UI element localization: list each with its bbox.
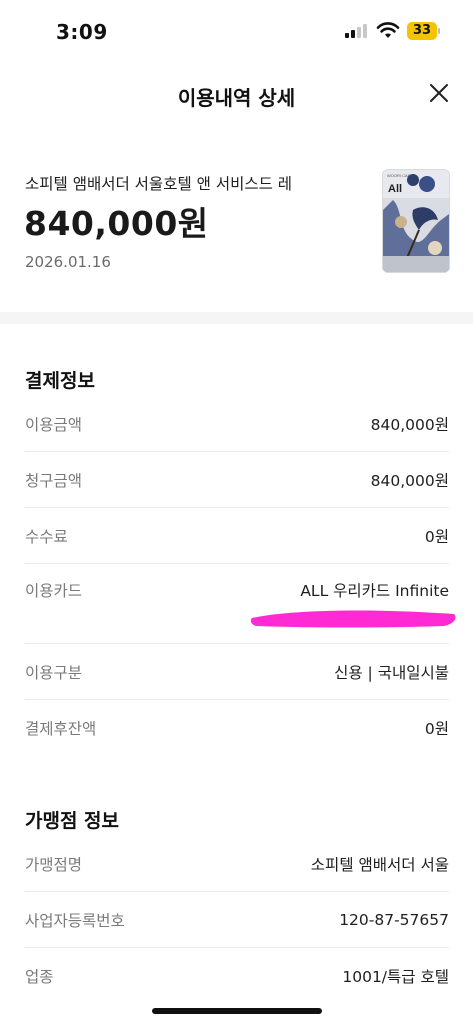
status-bar: 3:09 33 bbox=[0, 0, 473, 62]
info-row-usage-amount: 이용금액 840,000원 bbox=[25, 396, 449, 452]
info-row-card: 이용카드 ALL 우리카드 Infinite bbox=[25, 564, 449, 644]
row-value: 840,000원 bbox=[370, 415, 449, 434]
close-button[interactable] bbox=[424, 78, 454, 108]
transaction-amount: 840,000원 bbox=[24, 204, 209, 243]
payment-info-title: 결제정보 bbox=[25, 370, 95, 392]
info-row-billed-amount: 청구금액 840,000원 bbox=[25, 452, 449, 508]
row-value: 120-87-57657 bbox=[339, 910, 449, 929]
row-label: 이용금액 bbox=[25, 415, 83, 434]
row-value: 0원 bbox=[424, 720, 449, 738]
row-label: 사업자등록번호 bbox=[25, 911, 125, 930]
info-row-remaining-balance: 결제후잔액 0원 bbox=[25, 700, 449, 756]
row-value: 1001/특급 호텔 bbox=[342, 968, 449, 986]
info-row-fee: 수수료 0원 bbox=[25, 508, 449, 564]
row-label: 수수료 bbox=[25, 527, 68, 546]
row-label: 이용카드 bbox=[25, 582, 83, 600]
row-value: ALL 우리카드 Infinite bbox=[300, 582, 449, 600]
info-row-business-number: 사업자등록번호 120-87-57657 bbox=[25, 892, 449, 948]
page-title: 이용내역 상세 bbox=[177, 86, 296, 110]
battery-cap bbox=[438, 28, 440, 34]
row-label: 이용구분 bbox=[25, 663, 83, 682]
section-divider bbox=[0, 312, 473, 324]
row-label: 업종 bbox=[25, 968, 54, 986]
wifi-icon bbox=[376, 22, 400, 38]
info-row-usage-type: 이용구분 신용 | 국내일시불 bbox=[25, 644, 449, 700]
transaction-date: 2026.01.16 bbox=[25, 253, 111, 271]
merchant-info-title: 가맹점 정보 bbox=[25, 810, 120, 832]
row-label: 청구금액 bbox=[25, 471, 83, 490]
cellular-signal-icon bbox=[345, 24, 371, 38]
status-time: 3:09 bbox=[56, 20, 108, 44]
close-icon bbox=[430, 84, 448, 102]
merchant-name: 소피텔 앰배서더 서울호텔 앤 서비스드 레 bbox=[25, 175, 293, 193]
row-value: 신용 | 국내일시불 bbox=[334, 663, 449, 682]
row-value: 소피텔 앰배서더 서울 bbox=[310, 855, 449, 874]
card-image: WOORI CARD All bbox=[383, 170, 449, 272]
row-value: 0원 bbox=[424, 527, 449, 546]
home-indicator[interactable] bbox=[152, 1008, 322, 1014]
svg-text:All: All bbox=[388, 183, 402, 195]
row-value: 840,000원 bbox=[370, 471, 449, 490]
info-row-business-type: 업종 1001/특급 호텔 bbox=[25, 948, 449, 1004]
row-label: 결제후잔액 bbox=[25, 720, 97, 738]
info-row-merchant-name: 가맹점명 소피텔 앰배서더 서울 bbox=[25, 836, 449, 892]
battery-indicator: 33 bbox=[407, 22, 437, 40]
row-label: 가맹점명 bbox=[25, 855, 83, 874]
